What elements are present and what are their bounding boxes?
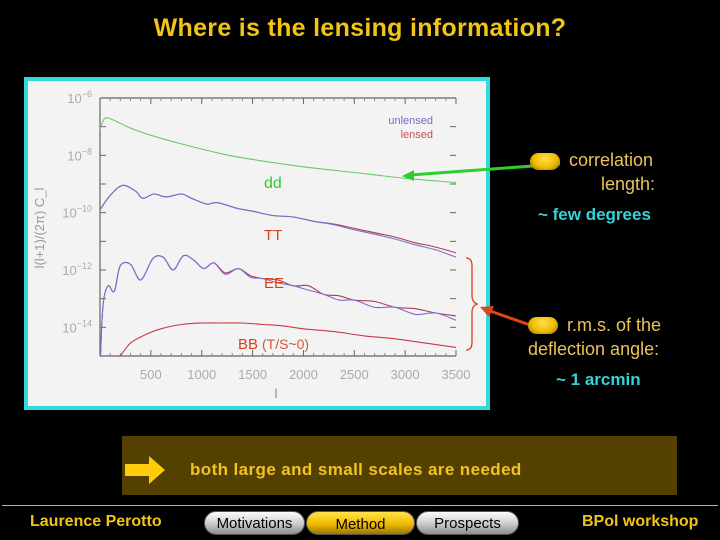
y-axis-label: l(l+1)/(2π) C_l [32, 187, 47, 268]
conclusion-banner: both large and small scales are needed [122, 436, 677, 495]
series-tt-unlensed [99, 184, 457, 258]
x-tick-label: 3500 [442, 367, 471, 382]
brace-icon [465, 257, 479, 351]
bullet-icon [528, 317, 558, 334]
y-tick-label: 10−6 [67, 89, 92, 106]
x-tick-label: 1500 [238, 367, 267, 382]
label-bb: BB (T/S~0) [238, 336, 309, 353]
series-dd [99, 117, 457, 184]
label-bb-name: BB [238, 336, 258, 353]
y-tick-label: 10−10 [62, 204, 92, 221]
callout-correlation-value: ~ few degrees [538, 205, 651, 224]
x-tick-label: 1000 [187, 367, 216, 382]
label-tt: TT [264, 227, 282, 244]
nav-method-button[interactable]: Method [306, 511, 415, 535]
nav-motivations-button[interactable]: Motivations [204, 511, 305, 535]
footer-author: Laurence Perotto [30, 513, 162, 530]
callout-correlation-line1: correlation [569, 150, 654, 170]
y-tick-label: 10−8 [67, 146, 92, 163]
label-dd: dd [264, 175, 282, 192]
banner-text: both large and small scales are needed [190, 460, 522, 479]
x-tick-label: 2000 [289, 367, 318, 382]
x-tick-label: 2500 [340, 367, 369, 382]
footer-divider [2, 505, 718, 506]
callout-deflection-value: ~ 1 arcmin [556, 370, 641, 389]
y-tick-label: 10−12 [62, 261, 92, 278]
x-tick-label: 500 [140, 367, 162, 382]
bullet-icon [530, 153, 560, 170]
footer-event: BPol workshop [582, 513, 699, 530]
label-ee: EE [264, 275, 284, 292]
label-bb-sub: (T/S~0) [262, 336, 309, 352]
x-tick-label: 3000 [391, 367, 420, 382]
pointer-arrowhead-dd [402, 170, 414, 181]
legend-unlensed: unlensed [388, 115, 433, 127]
x-axis-label: l [275, 386, 278, 401]
callout-deflection-line2: deflection angle: [528, 339, 660, 359]
pointer-arrow-brace [489, 309, 531, 327]
callout-deflection-line1: r.m.s. of the [567, 315, 662, 335]
right-arrow-icon [125, 456, 165, 484]
y-tick-label: 10−14 [62, 318, 92, 335]
nav-prospects-button[interactable]: Prospects [416, 511, 519, 535]
legend-lensed: lensed [401, 129, 433, 141]
callout-correlation-line2: length: [601, 174, 656, 194]
